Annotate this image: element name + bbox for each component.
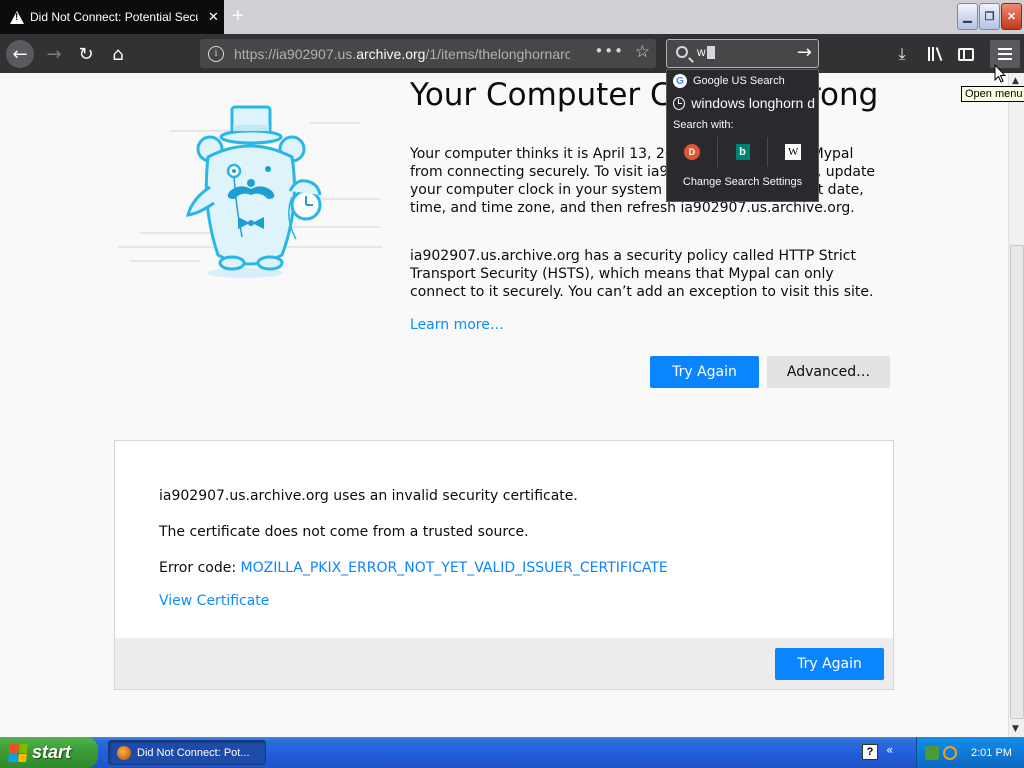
search-suggestion-item[interactable]: windows longhorn d bbox=[673, 95, 815, 111]
search-with-label: Search with: bbox=[673, 119, 734, 131]
hsts-description: ia902907.us.archive.org has a security p… bbox=[410, 248, 874, 300]
open-menu-tooltip: Open menu bbox=[961, 86, 1024, 102]
error-code-label: Error code: bbox=[159, 560, 241, 576]
search-input[interactable]: w bbox=[697, 45, 715, 60]
reload-icon: ↻ bbox=[78, 43, 94, 65]
restore-button[interactable]: ❐ bbox=[979, 3, 1000, 30]
navigation-toolbar: ← → ↻ ⌂ i https://ia902907.us.archive.or… bbox=[0, 34, 1024, 73]
forward-button[interactable]: → bbox=[40, 40, 68, 68]
library-icon bbox=[928, 47, 943, 61]
url-bar[interactable]: i https://ia902907.us.archive.org/1/item… bbox=[200, 39, 656, 68]
search-go-arrow-icon[interactable]: → bbox=[797, 42, 812, 63]
windows-taskbar: start Did Not Connect: Pot... ? « 2:01 P… bbox=[0, 737, 1024, 768]
history-clock-icon bbox=[673, 96, 686, 110]
engine-bing[interactable]: b bbox=[718, 137, 769, 167]
taskbar-clock[interactable]: 2:01 PM bbox=[971, 747, 1012, 759]
scrollbar-thumb[interactable] bbox=[1010, 245, 1024, 719]
active-tab[interactable]: Did Not Connect: Potential Security Issu… bbox=[0, 0, 224, 34]
search-suggestions-popup: G Google US Search windows longhorn d Se… bbox=[666, 69, 819, 202]
help-icon[interactable]: ? bbox=[862, 744, 878, 760]
search-suggestion-text: windows longhorn d bbox=[691, 95, 815, 111]
browser-app-icon bbox=[117, 745, 131, 760]
view-certificate-link[interactable]: View Certificate bbox=[159, 593, 269, 609]
search-icon bbox=[676, 46, 688, 58]
bookmark-star-icon[interactable]: ☆ bbox=[635, 42, 650, 62]
url-path: /1/items/thelonghornarchiv bbox=[425, 45, 570, 62]
download-arrow-icon: ⤓ bbox=[898, 44, 906, 63]
scroll-up-arrow-icon[interactable]: ▲ bbox=[1012, 76, 1019, 86]
hamburger-menu-icon bbox=[998, 48, 1012, 60]
vertical-scrollbar[interactable]: ▲ ▼ bbox=[1008, 73, 1024, 737]
window-controls: ▁ ❐ ✕ bbox=[957, 3, 1022, 30]
google-icon: G bbox=[673, 74, 687, 88]
network-icon[interactable] bbox=[925, 745, 939, 760]
minimize-button[interactable]: ▁ bbox=[957, 3, 978, 30]
search-engine-name: Google US Search bbox=[693, 75, 785, 87]
duckduckgo-icon: D bbox=[683, 144, 700, 160]
system-tray: 2:01 PM bbox=[916, 737, 1024, 768]
one-off-search-engines: D b W bbox=[667, 137, 818, 167]
bing-icon: b bbox=[735, 144, 750, 160]
invalid-certificate-text: ia902907.us.archive.org uses an invalid … bbox=[159, 488, 578, 504]
url-text[interactable]: https://ia902907.us.archive.org/1/items/… bbox=[234, 46, 570, 62]
scroll-down-arrow-icon[interactable]: ▼ bbox=[1012, 724, 1019, 734]
tray-expand-chevron-icon[interactable]: « bbox=[886, 743, 893, 757]
warning-icon bbox=[10, 10, 24, 24]
error-code-line: Error code: MOZILLA_PKIX_ERROR_NOT_YET_V… bbox=[159, 560, 668, 576]
taskbar-window-item[interactable]: Did Not Connect: Pot... bbox=[108, 740, 266, 765]
taskbar-window-title: Did Not Connect: Pot... bbox=[137, 746, 250, 759]
advanced-details-panel: ia902907.us.archive.org uses an invalid … bbox=[114, 440, 894, 690]
close-window-button[interactable]: ✕ bbox=[1001, 3, 1022, 30]
try-again-button[interactable]: Try Again bbox=[650, 356, 759, 388]
clock-bear-illustration bbox=[118, 105, 382, 278]
tab-bar: Did Not Connect: Potential Security Issu… bbox=[0, 0, 1024, 34]
engine-duckduckgo[interactable]: D bbox=[667, 137, 718, 167]
advanced-try-again-button[interactable]: Try Again bbox=[775, 648, 884, 680]
start-label: start bbox=[32, 742, 72, 762]
windows-logo-icon bbox=[8, 743, 28, 762]
url-prefix: https://ia902907.us. bbox=[234, 45, 357, 62]
search-bar[interactable]: w → bbox=[666, 39, 819, 68]
change-search-settings-button[interactable]: Change Search Settings bbox=[667, 176, 818, 188]
tab-close-icon[interactable]: ✕ bbox=[208, 10, 219, 25]
error-code-link[interactable]: MOZILLA_PKIX_ERROR_NOT_YET_VALID_ISSUER_… bbox=[241, 560, 668, 576]
error-page: Your Computer Clock is Wrong Your comput… bbox=[0, 73, 1008, 737]
engine-wikipedia[interactable]: W bbox=[768, 137, 818, 167]
sidebar-icon bbox=[958, 47, 974, 61]
sidebar-button[interactable] bbox=[952, 40, 980, 68]
tab-title: Did Not Connect: Potential Security Issu… bbox=[30, 10, 198, 24]
page-actions-icon[interactable]: ••• bbox=[594, 42, 624, 60]
site-info-icon[interactable]: i bbox=[208, 45, 224, 62]
wikipedia-icon: W bbox=[785, 144, 802, 160]
reload-button[interactable]: ↻ bbox=[72, 40, 100, 68]
search-input-text: w bbox=[697, 45, 706, 59]
advanced-button[interactable]: Advanced… bbox=[767, 356, 890, 388]
url-domain: archive.org bbox=[356, 45, 426, 62]
library-button[interactable] bbox=[920, 40, 948, 68]
untrusted-source-text: The certificate does not come from a tru… bbox=[159, 524, 529, 540]
home-button[interactable]: ⌂ bbox=[104, 40, 132, 68]
text-caret bbox=[706, 46, 715, 60]
search-tray-icon[interactable] bbox=[943, 745, 957, 760]
start-button[interactable]: start bbox=[0, 737, 98, 768]
back-button[interactable]: ← bbox=[6, 40, 34, 68]
forward-arrow-icon: → bbox=[46, 43, 62, 65]
home-icon: ⌂ bbox=[112, 43, 124, 65]
back-arrow-icon: ← bbox=[12, 43, 28, 65]
new-tab-button[interactable]: + bbox=[232, 5, 244, 28]
downloads-button[interactable]: ⤓ bbox=[888, 40, 916, 68]
learn-more-link[interactable]: Learn more… bbox=[410, 317, 504, 333]
search-engine-header: G Google US Search bbox=[673, 74, 785, 88]
